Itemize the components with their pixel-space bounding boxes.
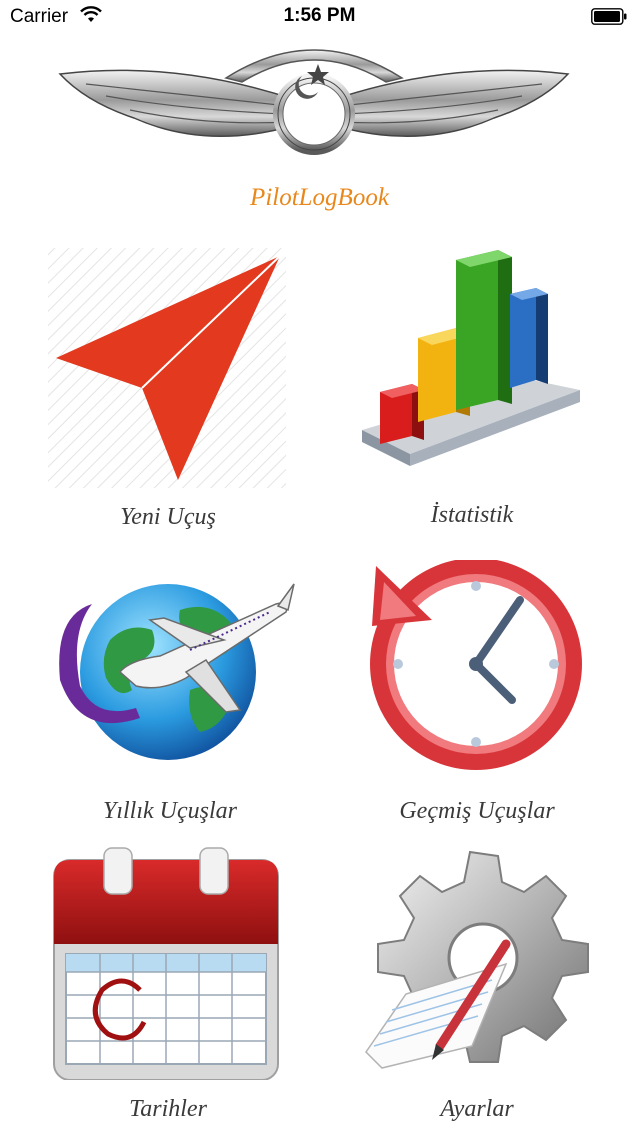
status-time: 1:56 PM [283, 5, 356, 26]
pilot-wings-icon [58, 49, 570, 155]
paper-plane-icon [48, 248, 286, 488]
menu-item-dates[interactable]: Tarihler [48, 840, 288, 1130]
globe-airplane-icon [59, 583, 295, 760]
menu-label: İstatistik [430, 502, 514, 528]
menu-label: Yıllık Uçuşlar [102, 798, 237, 824]
menu-item-statistics[interactable]: İstatistik [352, 240, 592, 540]
bar-chart-icon [362, 250, 580, 466]
menu-label: Yeni Uçuş [120, 504, 216, 530]
menu-item-settings[interactable]: Ayarlar [352, 840, 602, 1130]
menu-item-yearly-flights[interactable]: Yıllık Uçuşlar [40, 560, 300, 830]
menu-label: Tarihler [129, 1096, 207, 1122]
menu-item-new-flight[interactable]: Yeni Uçuş [48, 240, 288, 540]
menu-label: Geçmiş Uçuşlar [399, 798, 555, 824]
battery-icon [591, 8, 627, 25]
status-bar: Carrier 1:56 PM [0, 0, 639, 34]
menu-item-past-flights[interactable]: Geçmiş Uçuşlar [352, 560, 602, 830]
settings-gear-icon [365, 850, 589, 1069]
app-title: PilotLogBook [250, 184, 389, 211]
history-clock-icon [352, 560, 582, 770]
calendar-icon [53, 847, 279, 1080]
menu-label: Ayarlar [440, 1096, 514, 1122]
